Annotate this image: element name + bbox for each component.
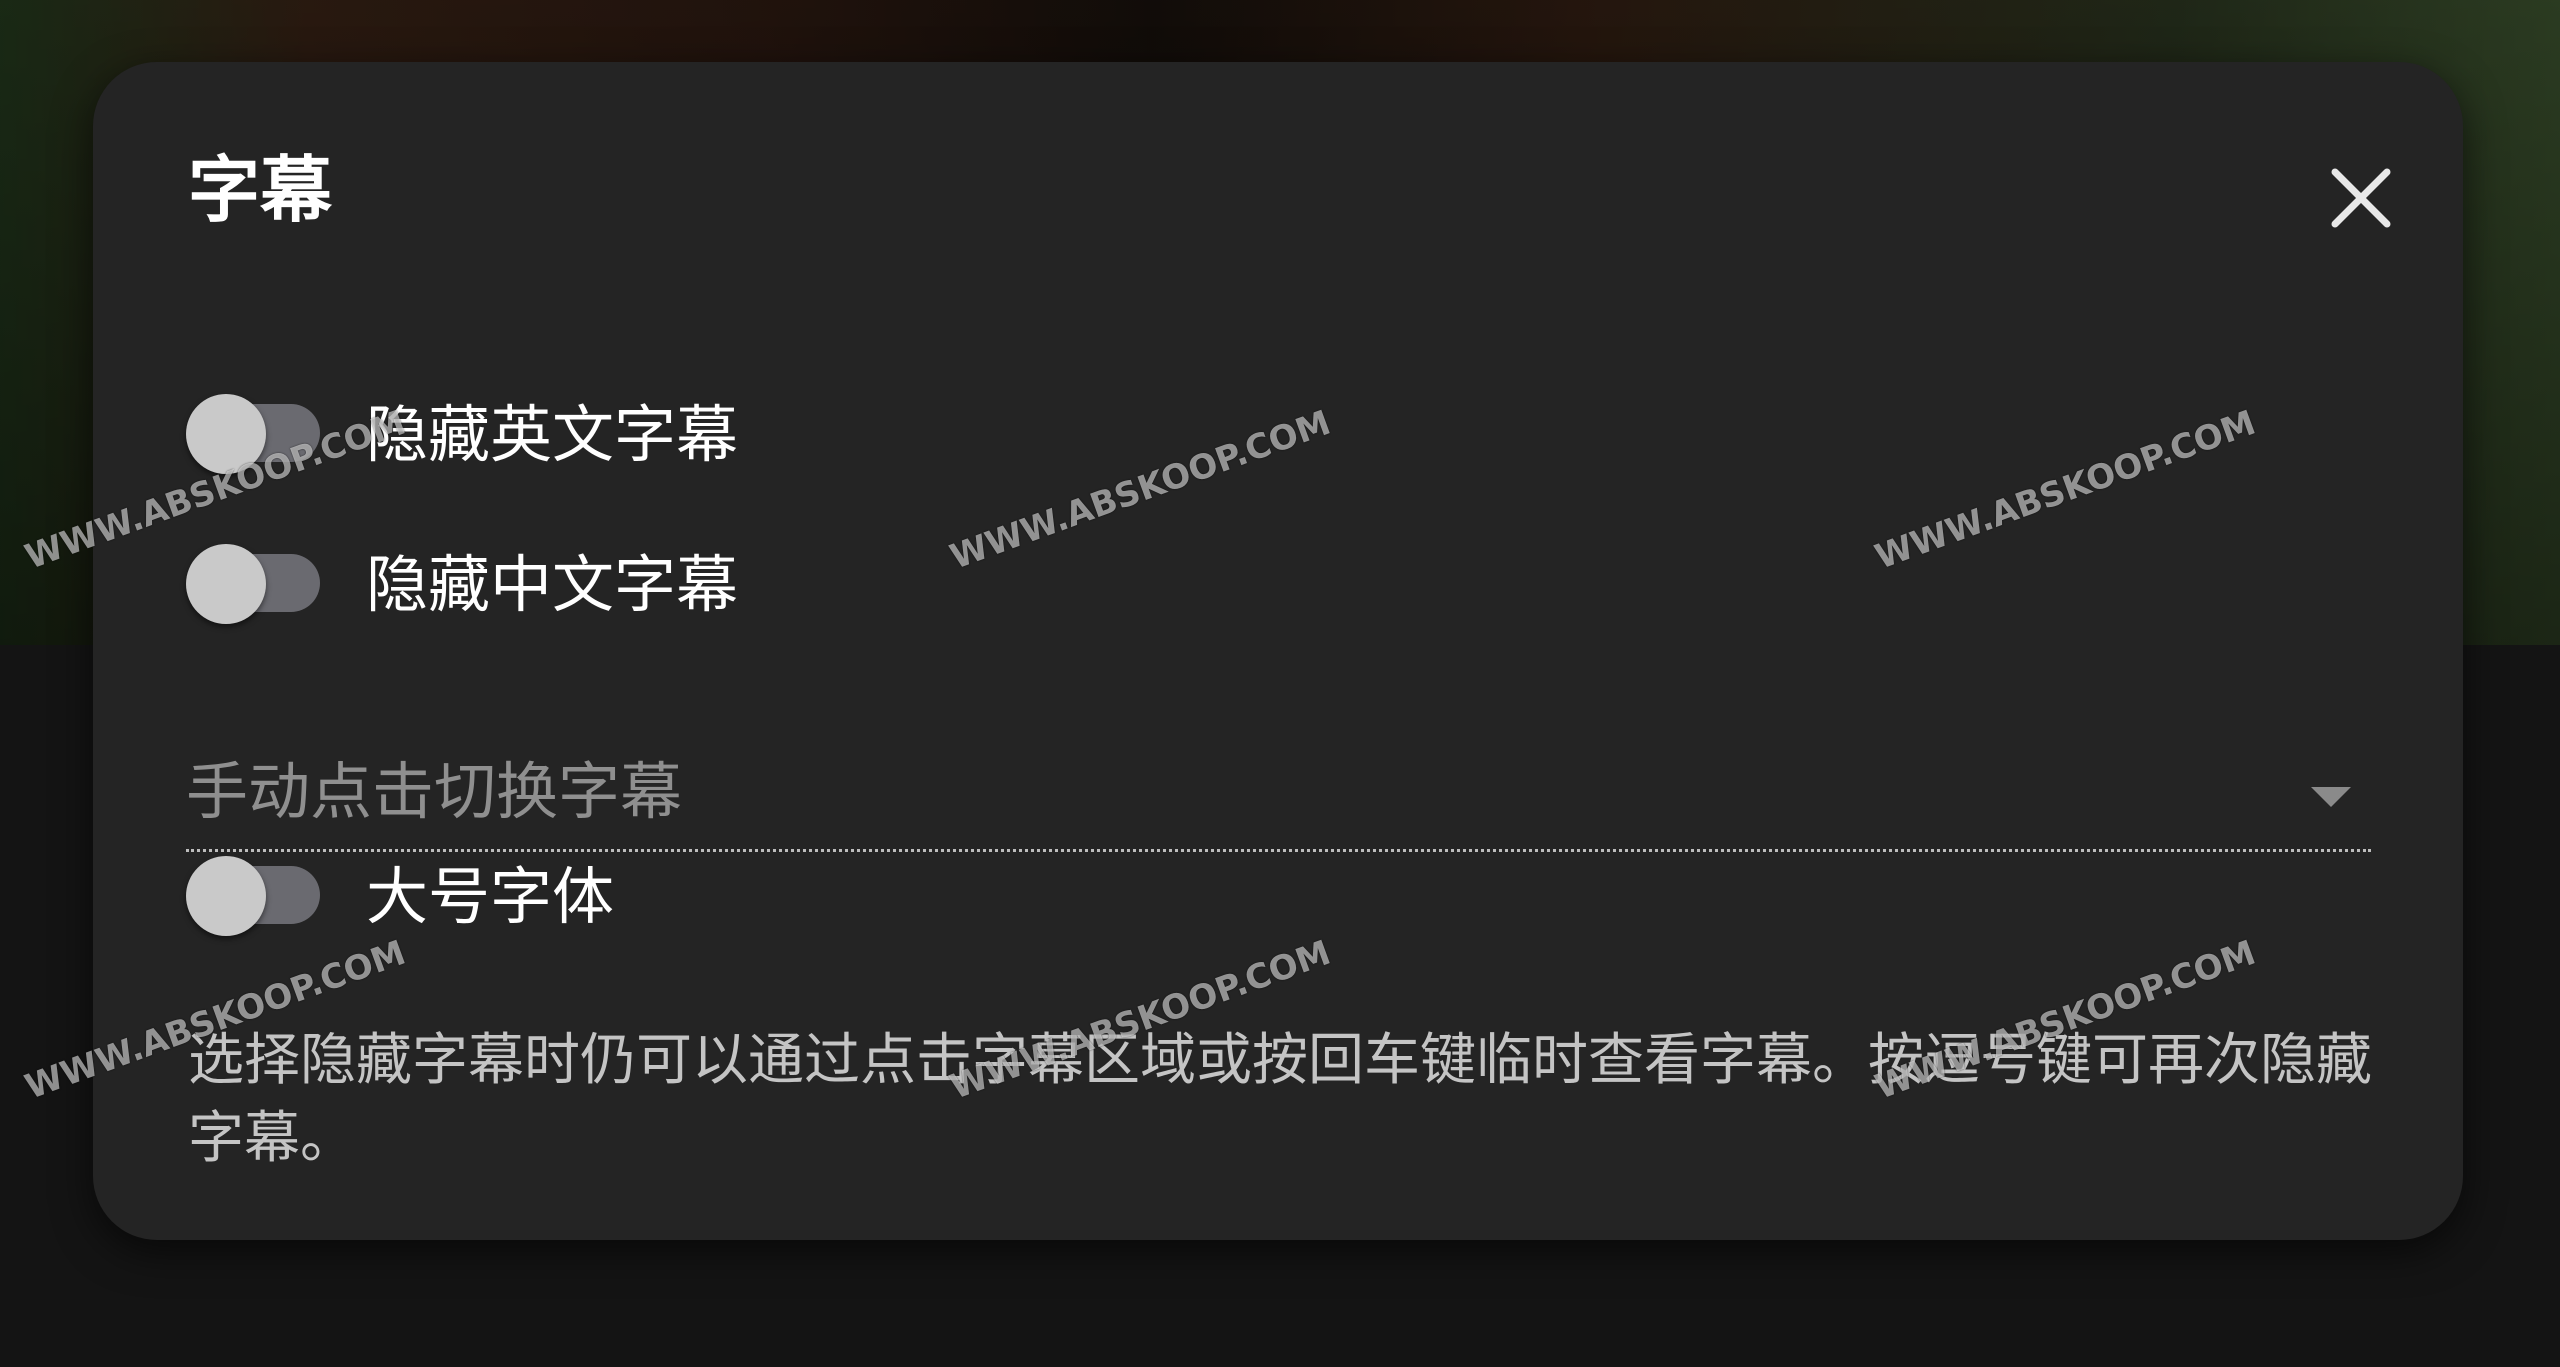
dialog-title: 字幕 bbox=[188, 148, 333, 232]
toggle-row-hide-chinese: 隐藏中文字幕 bbox=[178, 525, 738, 624]
subtitle-settings-dialog: 字幕 隐藏英文字幕 隐藏中文字幕 手动点击切换字幕 大号字体 选择隐藏字幕时仍可… bbox=[93, 62, 2463, 1240]
toggle-row-large-font: 大号字体 bbox=[178, 837, 614, 936]
large-font-switch[interactable] bbox=[178, 837, 328, 936]
hide-chinese-subtitle-label[interactable]: 隐藏中文字幕 bbox=[366, 540, 738, 630]
switch-thumb bbox=[186, 544, 266, 624]
large-font-label[interactable]: 大号字体 bbox=[366, 852, 614, 942]
subtitle-mode-select[interactable]: 手动点击切换字幕 bbox=[186, 717, 2371, 852]
hide-chinese-subtitle-switch[interactable] bbox=[178, 525, 328, 624]
close-button[interactable] bbox=[2305, 142, 2417, 254]
switch-thumb bbox=[186, 856, 266, 936]
subtitle-mode-value: 手动点击切换字幕 bbox=[186, 755, 683, 828]
hide-english-subtitle-label[interactable]: 隐藏英文字幕 bbox=[366, 390, 738, 480]
close-icon bbox=[2331, 168, 2391, 228]
chevron-down-icon bbox=[2311, 787, 2351, 807]
